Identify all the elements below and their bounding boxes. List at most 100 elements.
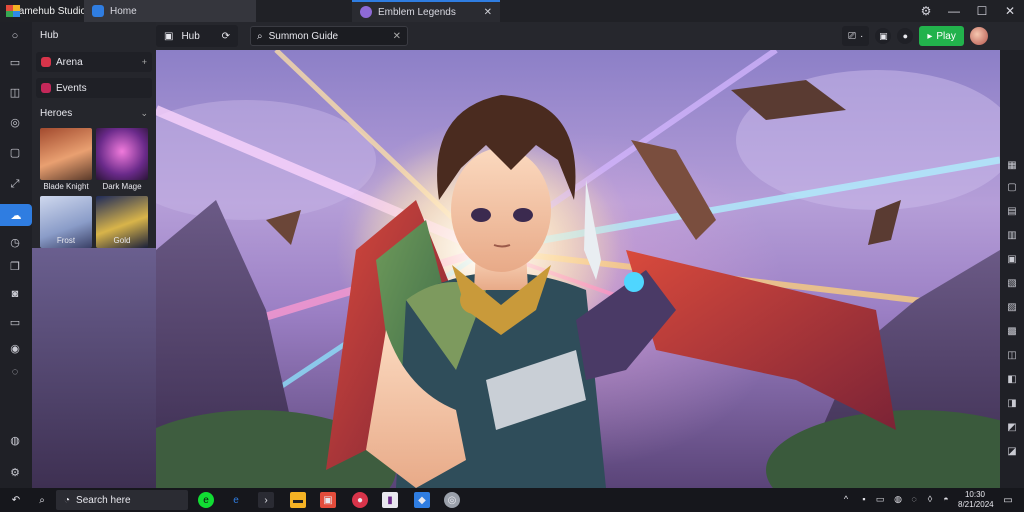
emulator-icon[interactable]: ◆ — [414, 492, 430, 508]
media-icon[interactable]: ● — [352, 492, 368, 508]
volume-icon[interactable]: ◓ — [940, 493, 952, 505]
alert-button[interactable]: ● — [897, 28, 914, 44]
screenshot-button[interactable]: ▣ — [875, 28, 892, 44]
app-green-icon[interactable]: e — [198, 492, 214, 508]
emulator-window: Gamehub Studio Home Emblem Legends ✕ ⚙ —… — [0, 0, 1024, 512]
close-button[interactable]: ✕ — [996, 0, 1024, 22]
help-icon[interactable]: ◌ — [7, 364, 23, 380]
mic-icon[interactable]: ◊ — [924, 493, 936, 505]
fullscreen-icon[interactable]: ▢ — [1005, 180, 1019, 194]
rotate-icon[interactable]: ▥ — [1005, 228, 1019, 242]
store-icon[interactable]: ▣ — [320, 492, 336, 508]
expand-icon[interactable]: + — [142, 57, 147, 67]
terminal-icon[interactable]: › — [258, 492, 274, 508]
edge-icon[interactable]: e — [228, 492, 244, 508]
more-icon[interactable]: ▨ — [1005, 300, 1019, 314]
app-brand: Gamehub Studio — [0, 0, 86, 22]
folder-icon[interactable]: ▢ — [7, 144, 23, 160]
side-item-label: Events — [56, 82, 87, 94]
hero-thumb-label: Blade Knight — [43, 182, 89, 191]
hero-eye-left — [471, 208, 491, 222]
search-icon[interactable]: ⌕ — [34, 492, 50, 508]
hero-face — [451, 148, 551, 272]
clock-date: 8/21/2024 — [958, 500, 994, 509]
search-clear-icon[interactable]: ✕ — [393, 31, 401, 42]
hero-thumb-label: Frost — [56, 236, 76, 245]
heroes-section-header[interactable]: Heroes ⌄ — [40, 108, 148, 119]
toolbar-search[interactable]: ⌕ Summon Guide ✕ — [250, 26, 408, 46]
cloud-icon[interactable]: ☁ — [0, 204, 32, 226]
clock-icon[interactable]: ◷ — [7, 234, 23, 250]
hero-thumb-label: Dark Mage — [102, 182, 142, 191]
globe-icon[interactable]: ◍ — [892, 493, 904, 505]
shake-icon[interactable]: ◩ — [1005, 420, 1019, 434]
tab-game-label: Emblem Legends — [378, 6, 456, 18]
maximize-button[interactable]: ☐ — [968, 0, 996, 22]
hero-thumb-label: Gold — [113, 236, 131, 245]
battery-icon[interactable]: ▭ — [874, 493, 886, 505]
keyboard-icon[interactable]: ▦ — [1005, 158, 1019, 172]
taskbar-clock[interactable]: 10:30 8/21/2024 — [958, 490, 994, 510]
user-icon[interactable]: ◍ — [7, 432, 23, 448]
settings-icon[interactable]: ⚙ — [912, 0, 940, 22]
location-icon[interactable]: ◨ — [1005, 396, 1019, 410]
right-icon-rail: ▦ ▢ ▤ ▥ ▣ ▧ ▨ ▩ ◫ ◧ ◨ ◩ ◪ — [1000, 50, 1024, 488]
notification-icon[interactable]: ▭ — [1000, 492, 1016, 508]
clock-time: 10:30 — [964, 490, 986, 499]
folder-icon[interactable]: ▬ — [290, 492, 306, 508]
window-controls: ⚙ — ☐ ✕ — [912, 0, 1024, 22]
chevron-up-icon[interactable]: ^ — [840, 493, 852, 505]
shield-icon: ◔ — [64, 494, 71, 506]
home-icon[interactable]: ◫ — [1005, 348, 1019, 362]
toolbar: ▣ Hub ⟳ ⌕ Summon Guide ✕ ⎚ · ▣ ● ▸ Play — [32, 22, 1024, 50]
side-item-label: Arena — [56, 56, 83, 68]
back-icon[interactable]: ▩ — [1005, 324, 1019, 338]
hero-thumb-1[interactable] — [40, 128, 92, 180]
image-icon[interactable]: ▭ — [7, 54, 23, 70]
arena-icon — [41, 57, 51, 67]
play-icon: ▸ — [927, 30, 933, 42]
gamepad-icon[interactable]: ◉ — [7, 340, 23, 356]
search-icon: ⌕ — [257, 30, 263, 42]
circle-icon[interactable]: ○ — [7, 28, 23, 44]
wifi-icon[interactable]: ◌ — [908, 493, 920, 505]
copy-icon[interactable]: ❐ — [7, 258, 23, 274]
side-item-events[interactable]: Events — [36, 78, 152, 98]
user-avatar[interactable] — [969, 27, 988, 45]
volume-icon[interactable]: ▤ — [1005, 204, 1019, 218]
screenshot-icon[interactable]: ▣ — [1005, 252, 1019, 266]
compass-icon[interactable]: ◎ — [7, 114, 23, 130]
refresh-icon[interactable]: ⟳ — [222, 31, 230, 42]
tab-game[interactable]: Emblem Legends ✕ — [352, 0, 500, 22]
cube-icon[interactable]: ◫ — [7, 84, 23, 100]
settings-icon[interactable]: ⚙ — [7, 464, 23, 480]
minimize-button[interactable]: — — [940, 0, 968, 22]
controller-button[interactable]: ⎚ · — [842, 26, 870, 46]
taskbar: ↶ ⌕ ◔ Search here e e › ▬ ▣ ● ▮ ◆ ◎ ^ ▪ … — [0, 488, 1024, 512]
hero-thumb-2[interactable] — [96, 128, 148, 180]
tab-home-label: Home — [110, 5, 137, 17]
tab-home[interactable]: Home — [84, 0, 256, 22]
monitor-icon[interactable]: ▭ — [7, 314, 23, 330]
game-tab-icon — [360, 6, 372, 18]
side-item-arena[interactable]: Arena + — [36, 52, 152, 72]
recent-icon[interactable]: ◧ — [1005, 372, 1019, 386]
camera-icon[interactable]: ◙ — [7, 286, 23, 302]
game-viewport[interactable] — [156, 50, 1000, 488]
toolbar-search-value[interactable]: Summon Guide — [269, 31, 338, 42]
crop-icon[interactable]: ⤢ — [7, 176, 23, 192]
left-icon-rail: ○ ▭ ◫ ◎ ▢ ⤢ ☁ ◷ ❐ ◙ ▭ ◉ ◌ ◍ ⚙ — [0, 22, 32, 488]
game-avatar-icon[interactable]: ◎ — [444, 492, 460, 508]
tab-close-icon[interactable]: ✕ — [484, 7, 492, 18]
toolbar-hub-label: Hub — [181, 30, 200, 42]
network-icon[interactable]: ▪ — [858, 493, 870, 505]
back-arrow-icon[interactable]: ↶ — [8, 492, 24, 508]
taskbar-search[interactable]: ◔ Search here — [56, 490, 188, 510]
chevron-down-icon[interactable]: ⌄ — [140, 108, 148, 119]
game-scene — [156, 50, 1000, 488]
toolbar-hub-group[interactable]: ▣ Hub ⟳ — [156, 25, 238, 47]
play-button[interactable]: ▸ Play — [919, 26, 964, 46]
macro-icon[interactable]: ◪ — [1005, 444, 1019, 458]
notes-icon[interactable]: ▮ — [382, 492, 398, 508]
record-icon[interactable]: ▧ — [1005, 276, 1019, 290]
